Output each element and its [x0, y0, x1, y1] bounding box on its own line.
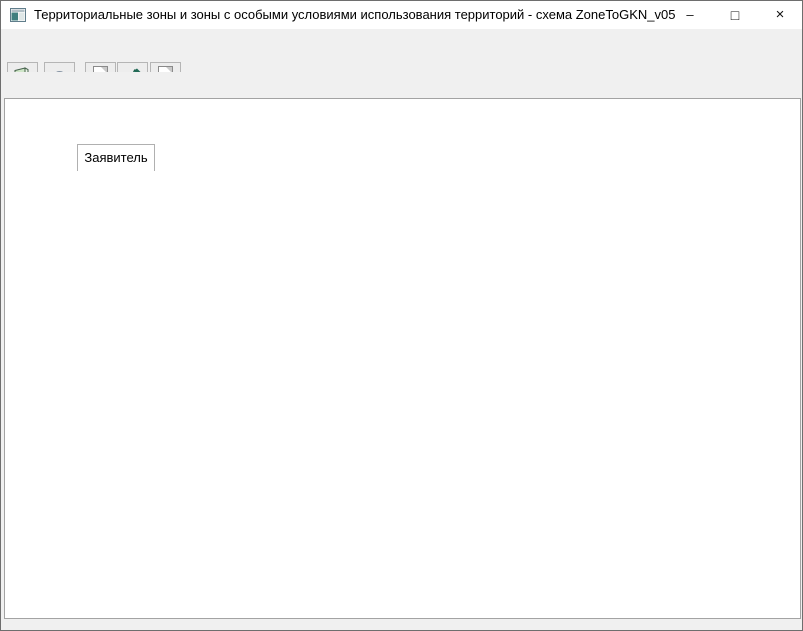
applicant-tab-page: [4, 98, 801, 619]
tab-bar: Документы Заявитель Зоны XML: [1, 72, 802, 99]
bottom-strip: [4, 619, 801, 630]
minimize-button[interactable]: –: [667, 1, 713, 29]
title-bar: Территориальные зоны и зоны с особыми ус…: [1, 1, 802, 29]
window-title: Территориальные зоны и зоны с особыми ус…: [34, 1, 675, 29]
maximize-button[interactable]: □: [713, 1, 757, 29]
toolbar: ? XML: [1, 29, 802, 72]
application-window: Территориальные зоны и зоны с особыми ус…: [0, 0, 803, 631]
tab-applicant[interactable]: Заявитель: [77, 144, 155, 171]
app-icon: [10, 7, 26, 23]
close-button[interactable]: ×: [757, 1, 803, 29]
